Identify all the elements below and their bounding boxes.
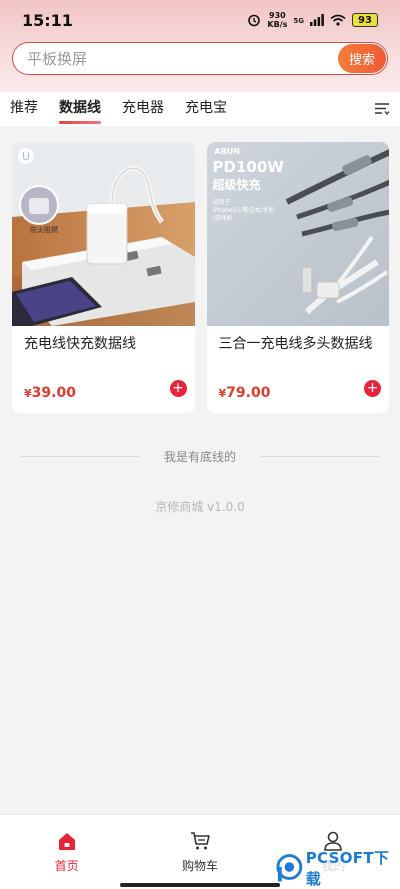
home-indicator (120, 883, 280, 887)
net-speed-value: 930 (269, 11, 286, 20)
product-image[interactable]: ARUN PD100W 超级快充 适用于 iPhone15/笔记本/手机 /游戏… (206, 142, 389, 326)
end-of-list-text: 我是有底线的 (164, 450, 237, 464)
search-input[interactable] (13, 43, 338, 74)
net-speed: 930 KB/s (267, 11, 287, 29)
watermark-text: PCSOFT下载 (305, 849, 390, 888)
product-grid: U 防火阻燃 充电线快充数据线 ¥39.00 + ARUN PD100W 超级快… (12, 142, 389, 413)
tab-power-bank[interactable]: 充电宝 (185, 97, 227, 121)
image-badge-text: 防火阻燃 (30, 226, 58, 234)
image-subheadline: 超级快充 (212, 178, 261, 192)
product-card[interactable]: U 防火阻燃 充电线快充数据线 ¥39.00 + (12, 142, 195, 413)
category-tabs: 推荐 数据线 充电器 充电宝 (0, 92, 400, 126)
product-image[interactable]: U 防火阻燃 (12, 142, 195, 326)
tab-label: 首页 (54, 859, 79, 873)
product-title[interactable]: 充电线快充数据线 (12, 326, 195, 378)
network-type: 5G (293, 17, 304, 25)
product-price: ¥39.00 (24, 385, 76, 401)
end-of-list-divider: 我是有底线的 (20, 448, 381, 465)
currency-symbol: ¥ (218, 387, 227, 400)
net-speed-unit: KB/s (267, 20, 288, 29)
tab-cart[interactable]: 购物车 (133, 815, 266, 889)
price-value: 79.00 (226, 385, 271, 401)
image-compat-3: /游戏机 (212, 215, 233, 222)
product-card[interactable]: ARUN PD100W 超级快充 适用于 iPhone15/笔记本/手机 /游戏… (206, 142, 390, 413)
tab-recommend[interactable]: 推荐 (10, 97, 38, 121)
divider-line (260, 456, 381, 457)
tab-data-cable[interactable]: 数据线 (59, 97, 101, 124)
image-headline: PD100W (212, 158, 284, 176)
product-price: ¥79.00 (219, 385, 271, 401)
status-bar: 15:11 930 KB/s 5G 93 (0, 0, 400, 40)
status-icons: 930 KB/s 5G 93 (247, 11, 378, 29)
wifi-icon (330, 14, 346, 26)
tab-home[interactable]: 首页 (0, 815, 133, 889)
svg-text:U: U (22, 150, 30, 163)
search-button[interactable]: 搜索 (338, 44, 386, 73)
signal-icon (310, 14, 324, 26)
status-time: 15:11 (22, 10, 73, 30)
battery-indicator: 93 (352, 13, 378, 27)
cart-icon (190, 832, 210, 850)
tab-label: 购物车 (181, 859, 218, 873)
alarm-icon (248, 14, 261, 27)
tab-charger[interactable]: 充电器 (122, 97, 164, 121)
price-value: 39.00 (31, 385, 76, 401)
divider-line (20, 456, 140, 457)
add-to-cart-button[interactable]: + (169, 380, 187, 397)
filter-list-icon[interactable] (374, 101, 390, 117)
search-bar: 搜索 (12, 42, 388, 75)
watermark: PCSOFT下载 (276, 849, 400, 888)
home-icon (58, 833, 75, 850)
watermark-logo-icon (276, 854, 303, 882)
image-brand: ARUN (214, 147, 241, 156)
add-to-cart-button[interactable]: + (364, 380, 381, 397)
currency-symbol: ¥ (24, 387, 32, 400)
product-title[interactable]: 三合一充电线多头数据线 (207, 326, 390, 378)
app-version: 京修商城 v1.0.0 (155, 500, 245, 514)
